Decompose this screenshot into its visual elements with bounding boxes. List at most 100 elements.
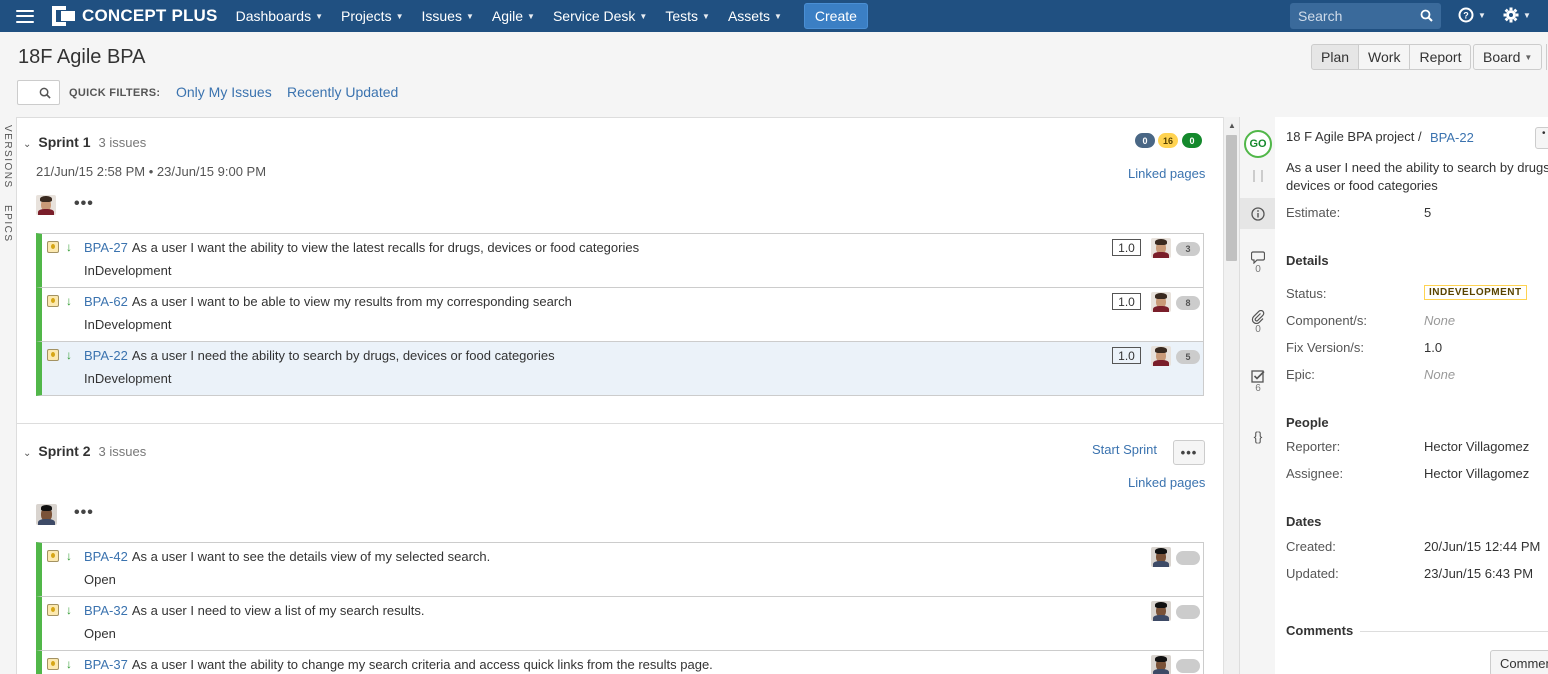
drag-handle[interactable] — [1253, 170, 1263, 182]
epics-tab[interactable]: EPICS — [2, 205, 13, 243]
linked-pages-link[interactable]: Linked pages — [1128, 166, 1205, 181]
issue-row[interactable]: ↓ BPA-32 As a user I need to view a list o… — [36, 596, 1204, 651]
board-title: 18F Agile BPA — [18, 46, 146, 68]
backlog-scrollbar[interactable]: ▲ — [1223, 117, 1239, 674]
report-mode-button[interactable]: Report — [1409, 44, 1472, 70]
help-menu[interactable]: ? ▼ — [1458, 7, 1486, 23]
start-sprint-link[interactable]: Start Sprint — [1092, 442, 1157, 457]
nav-agile[interactable]: Agile ▼ — [492, 8, 535, 24]
create-button[interactable]: Create — [803, 3, 868, 29]
nav-dashboards[interactable]: Dashboards ▼ — [236, 8, 323, 24]
todo-count-badge: 0 — [1135, 133, 1155, 148]
sprint-header[interactable]: ⌄ Sprint 2 3 issues — [23, 443, 146, 459]
comments-nav-item[interactable]: 0 — [1240, 251, 1276, 275]
epic-value[interactable]: None — [1424, 367, 1455, 382]
issue-key[interactable]: BPA-27 — [84, 240, 128, 255]
work-mode-button[interactable]: Work — [1358, 44, 1411, 70]
more-icon[interactable]: ••• — [74, 195, 94, 213]
gear-icon — [1503, 7, 1519, 23]
issue-filter-input[interactable] — [17, 80, 60, 105]
issue-key[interactable]: BPA-22 — [84, 348, 128, 363]
assignee-avatar[interactable] — [1151, 601, 1171, 621]
plan-mode-button[interactable]: Plan — [1311, 44, 1360, 70]
filter-recently-updated[interactable]: Recently Updated — [287, 84, 398, 100]
issue-key[interactable]: BPA-37 — [84, 657, 128, 672]
nav-tests[interactable]: Tests ▼ — [665, 8, 710, 24]
search-placeholder: Search — [1298, 8, 1343, 24]
assignee-label: Assignee: — [1286, 466, 1344, 481]
nav-label: Tests — [665, 8, 699, 24]
brand-logo[interactable]: CONCEPT PLUS — [52, 6, 218, 26]
nav-label: Issues — [421, 8, 462, 24]
story-type-icon — [47, 241, 59, 253]
subtasks-nav-item[interactable]: 6 — [1240, 369, 1276, 394]
issue-row[interactable]: ↓ BPA-22 As a user I need the ability to s… — [36, 341, 1204, 396]
estimate-label: Estimate: — [1286, 205, 1341, 220]
nav-label: Dashboards — [235, 8, 312, 24]
nav-service-desk[interactable]: Service Desk ▼ — [553, 8, 647, 24]
detail-summary-line: As a user I need the ability to search b… — [1286, 160, 1548, 175]
issue-row[interactable]: ↓ BPA-37 As a user I want the ability to c… — [36, 650, 1204, 674]
story-points-badge — [1176, 659, 1200, 673]
details-nav-item[interactable] — [1240, 198, 1276, 229]
side-tabs: VERSIONS EPICS — [0, 117, 17, 674]
nav-label: Projects — [341, 8, 392, 24]
nav-issues[interactable]: Issues ▼ — [422, 8, 474, 24]
component-value[interactable]: None — [1424, 313, 1455, 328]
chevron-down-icon: ⌄ — [23, 448, 32, 459]
global-search-input[interactable]: Search — [1290, 3, 1441, 29]
caret-down-icon: ▼ — [702, 11, 710, 21]
priority-arrow-icon: ↓ — [66, 240, 72, 254]
issue-key[interactable]: BPA-62 — [84, 294, 128, 309]
issue-detail-panel: 18 F Agile BPA project / BPA-22 • As a u… — [1275, 117, 1548, 674]
inprogress-count-badge: 16 — [1158, 133, 1178, 148]
filter-only-my-issues[interactable]: Only My Issues — [176, 84, 272, 100]
assignee-avatar[interactable] — [1151, 547, 1171, 567]
sprint-header[interactable]: ⌄ Sprint 1 3 issues — [23, 134, 146, 150]
fix-version-label: Fix Version/s: — [1286, 340, 1365, 355]
issue-row[interactable]: ↓ BPA-62 As a user I want to be able to vi… — [36, 287, 1204, 342]
menu-icon[interactable] — [16, 9, 34, 23]
attachments-nav-item[interactable]: 0 — [1240, 310, 1276, 335]
issue-key[interactable]: BPA-42 — [84, 549, 128, 564]
story-points-badge: 8 — [1176, 296, 1200, 310]
help-icon: ? — [1458, 7, 1474, 23]
assignee-value[interactable]: Hector Villagomez — [1424, 466, 1529, 481]
versions-tab[interactable]: VERSIONS — [2, 125, 13, 189]
comment-button[interactable]: Commen — [1490, 650, 1548, 674]
estimate-value[interactable]: 5 — [1424, 205, 1431, 220]
priority-arrow-icon: ↓ — [66, 549, 72, 563]
issue-summary: As a user I want the ability to view the… — [131, 240, 640, 255]
avatar[interactable] — [36, 504, 57, 525]
reporter-value[interactable]: Hector Villagomez — [1424, 439, 1529, 454]
settings-menu[interactable]: ▼ — [1503, 7, 1531, 23]
assignee-avatar[interactable] — [1151, 346, 1171, 366]
scroll-up-arrow[interactable]: ▲ — [1228, 121, 1236, 130]
fix-version-badge: 1.0 — [1112, 239, 1141, 256]
detail-issue-key[interactable]: BPA-22 — [1430, 130, 1474, 145]
assignee-avatar[interactable] — [1151, 655, 1171, 674]
fix-version-value[interactable]: 1.0 — [1424, 340, 1442, 355]
more-icon[interactable]: ••• — [74, 504, 94, 522]
story-points-badge: 5 — [1176, 350, 1200, 364]
sprint-name: Sprint 1 — [38, 134, 91, 150]
assignee-avatar[interactable] — [1151, 292, 1171, 312]
avatar[interactable] — [36, 195, 56, 215]
story-type-icon — [47, 349, 59, 361]
issue-row[interactable]: ↓ BPA-27 As a user I want the ability to v… — [36, 233, 1204, 288]
nav-projects[interactable]: Projects ▼ — [341, 8, 404, 24]
nav-assets[interactable]: Assets ▼ — [728, 8, 782, 24]
issue-key[interactable]: BPA-32 — [84, 603, 128, 618]
board-menu-button[interactable]: Board ▼ — [1473, 44, 1543, 70]
issue-row[interactable]: ↓ BPA-42 As a user I want to see the detai… — [36, 542, 1204, 597]
linked-pages-link[interactable]: Linked pages — [1128, 475, 1205, 490]
dates-heading: Dates — [1286, 514, 1322, 529]
chevron-down-icon: ⌄ — [23, 139, 32, 150]
sprint-actions-button[interactable]: ••• — [1173, 440, 1205, 465]
scrollbar-thumb[interactable] — [1226, 135, 1237, 261]
component-label: Component/s: — [1286, 313, 1367, 328]
detail-project-breadcrumb[interactable]: 18 F Agile BPA project / — [1286, 129, 1422, 144]
detail-menu-button[interactable]: • — [1535, 127, 1548, 149]
assignee-avatar[interactable] — [1151, 238, 1171, 258]
code-icon[interactable]: {} — [1240, 429, 1276, 444]
